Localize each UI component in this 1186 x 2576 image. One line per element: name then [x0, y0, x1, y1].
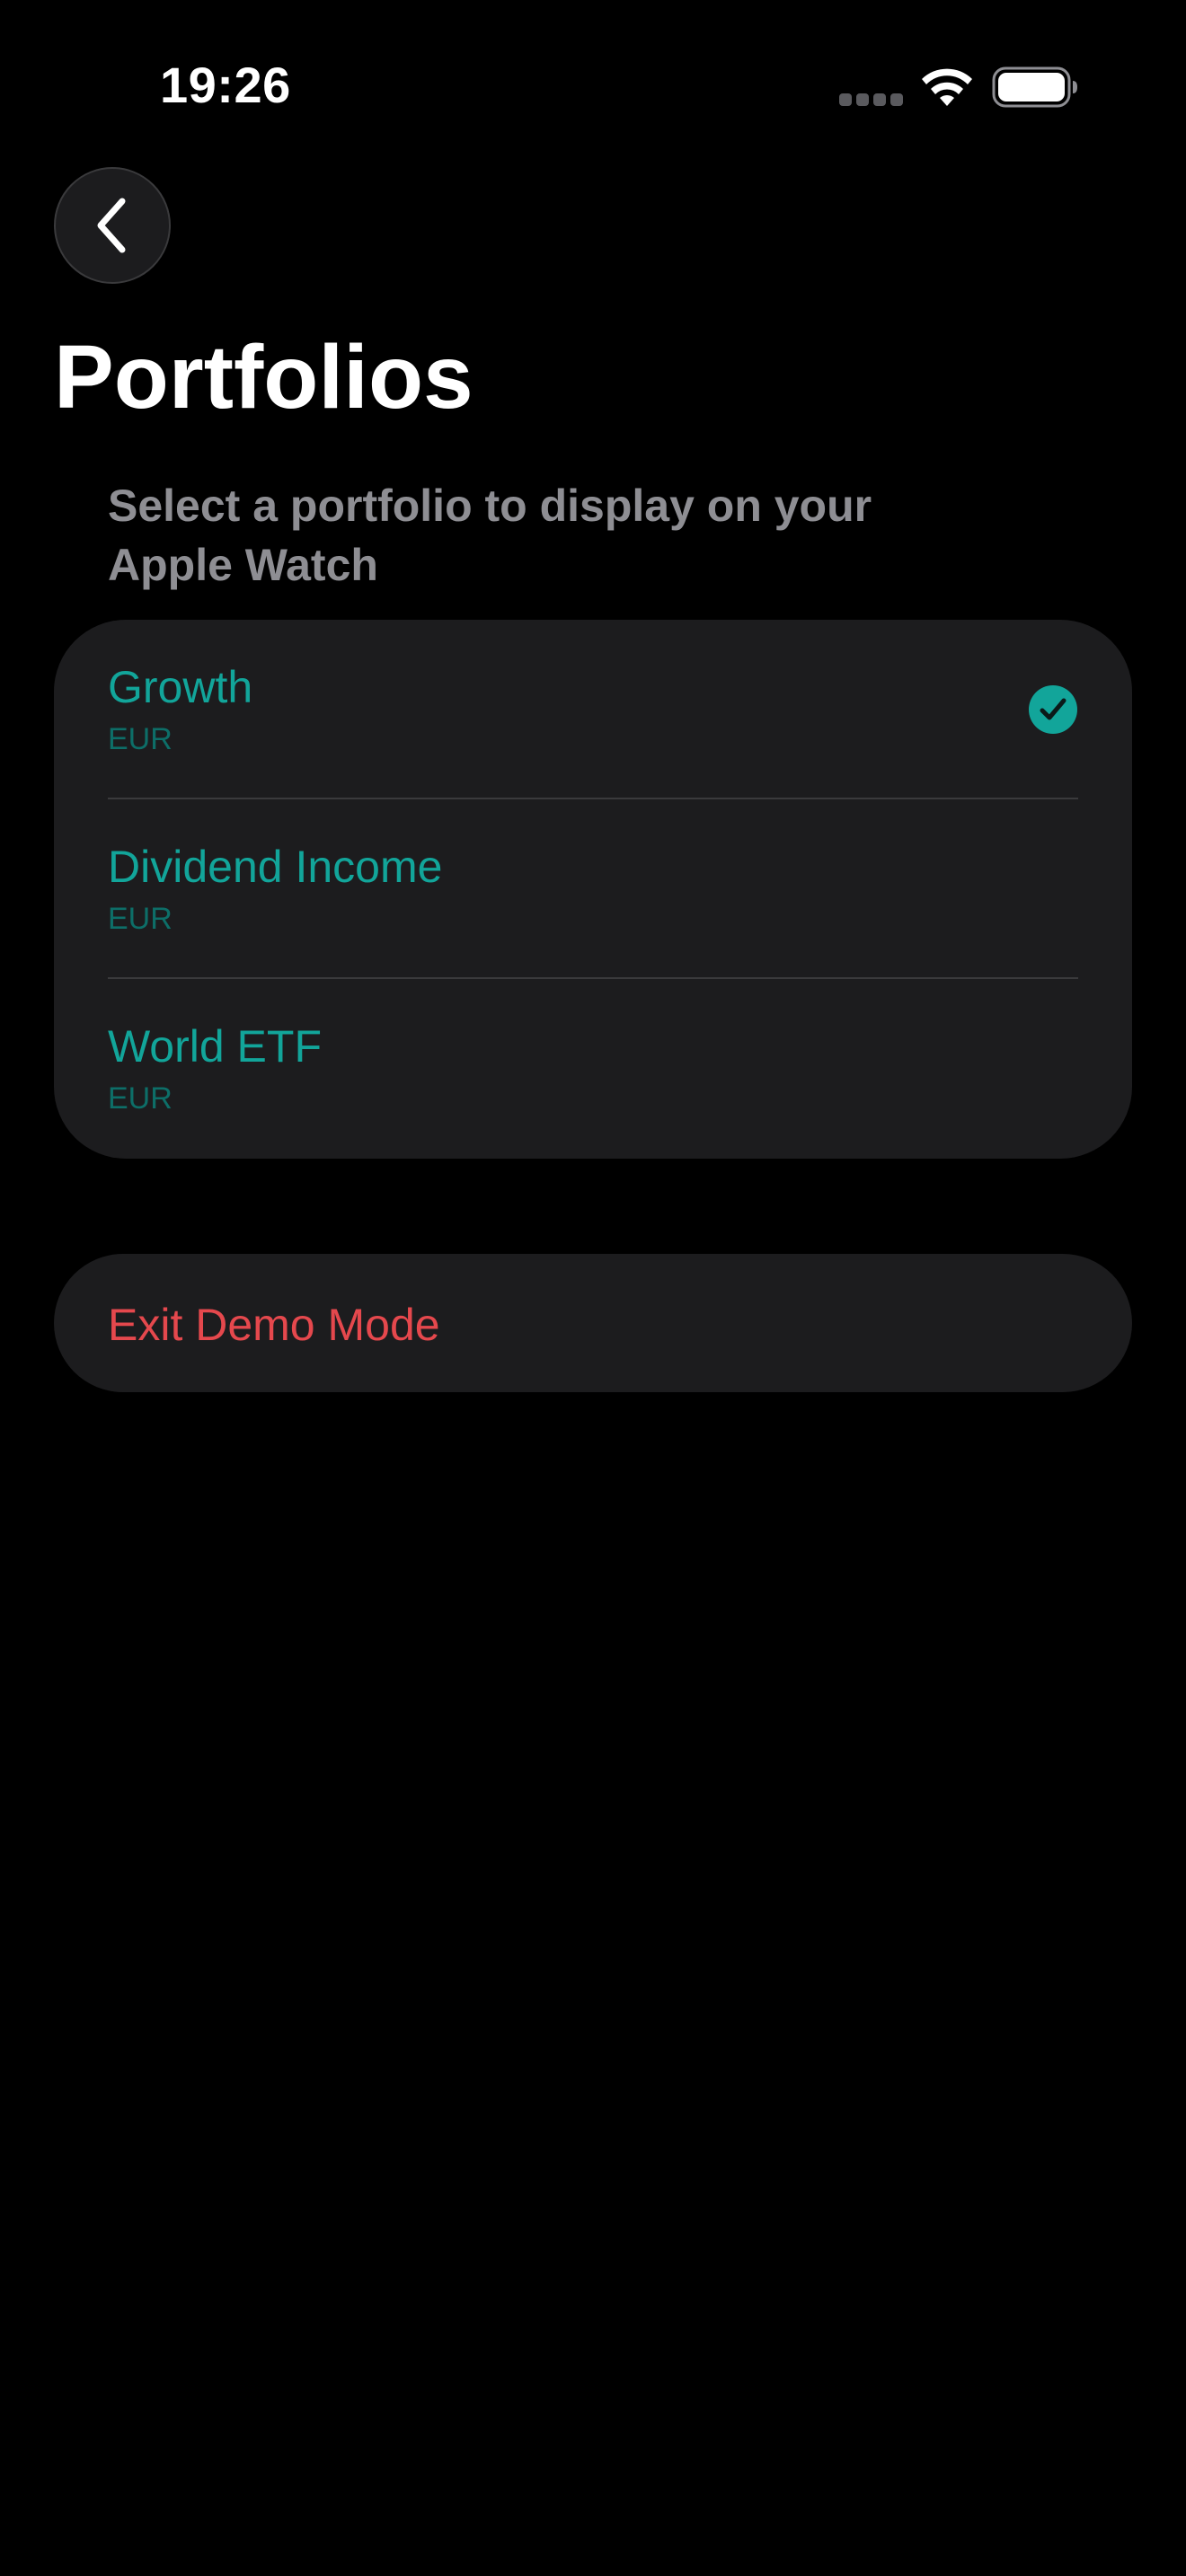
checkmark-circle-icon	[1029, 685, 1077, 734]
battery-icon	[992, 66, 1077, 108]
back-button[interactable]	[54, 167, 171, 284]
portfolio-row-dividend-income[interactable]: Dividend Income EUR	[54, 799, 1132, 979]
portfolio-list: Growth EUR Dividend Income EUR World ETF…	[54, 620, 1132, 1159]
portfolio-name: Dividend Income	[108, 842, 443, 892]
portfolio-currency: EUR	[108, 902, 173, 936]
portfolio-name: Growth	[108, 662, 253, 712]
page-title: Portfolios	[54, 327, 474, 428]
portfolio-row-growth[interactable]: Growth EUR	[54, 620, 1132, 799]
status-time: 19:26	[160, 57, 291, 113]
exit-demo-mode-button[interactable]: Exit Demo Mode	[54, 1254, 1132, 1392]
chevron-left-icon	[97, 198, 126, 253]
portfolio-row-world-etf[interactable]: World ETF EUR	[54, 979, 1132, 1159]
page-subtitle: Select a portfolio to display on your Ap…	[108, 481, 872, 590]
portfolio-name: World ETF	[108, 1021, 322, 1072]
status-bar: 19:26	[0, 0, 1186, 180]
portfolio-currency: EUR	[108, 1081, 173, 1116]
wifi-icon	[922, 68, 972, 106]
signal-dots-icon	[839, 93, 903, 106]
exit-demo-mode-label: Exit Demo Mode	[108, 1300, 440, 1350]
portfolio-currency: EUR	[108, 722, 173, 756]
